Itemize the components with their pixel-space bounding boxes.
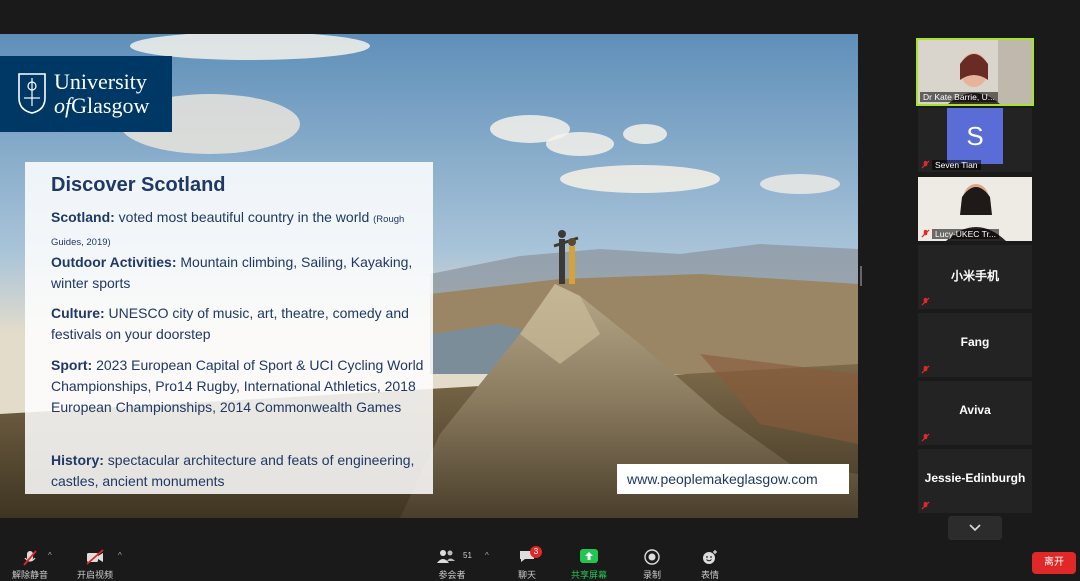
item-sport: Sport: 2023 European Capital of Sport & … xyxy=(51,357,424,415)
camera-off-icon xyxy=(86,549,104,565)
participants-label: 参会者 xyxy=(438,570,466,580)
caret-up-icon[interactable]: ^ xyxy=(485,551,489,560)
item-scotland: Scotland: voted most beautiful country i… xyxy=(51,209,405,248)
item-outdoor: Outdoor Activities: Mountain climbing, S… xyxy=(51,254,413,291)
unmute-label: 解除静音 xyxy=(11,570,49,580)
participant-tile-aviva[interactable]: Aviva xyxy=(918,381,1032,445)
chat-label: 聊天 xyxy=(517,570,537,580)
content-panel: Discover Scotland Scotland: voted most b… xyxy=(25,162,433,494)
share-screen-icon xyxy=(580,549,598,563)
participants-icon xyxy=(437,550,455,563)
avatar: S xyxy=(947,108,1003,164)
participant-tile-xiaomi[interactable]: 小米手机 xyxy=(918,245,1032,309)
share-screen-button[interactable]: 共享屏幕 xyxy=(566,544,612,581)
participant-tile-kate[interactable]: Dr Kate Barrie, U... xyxy=(916,38,1034,106)
participant-name: 小米手机 xyxy=(950,269,999,283)
share-screen-label: 共享屏幕 xyxy=(570,570,608,580)
record-button[interactable]: 录制 xyxy=(636,544,668,581)
chevron-down-icon xyxy=(969,524,981,532)
crest-icon xyxy=(18,73,46,114)
caret-up-icon[interactable]: ^ xyxy=(118,551,122,560)
slide-title: Discover Scotland xyxy=(51,174,226,196)
record-label: 录制 xyxy=(642,570,662,580)
mic-muted-icon xyxy=(921,160,930,169)
reactions-label: 表情 xyxy=(700,570,720,580)
item-culture: Culture: UNESCO city of music, art, thea… xyxy=(51,305,409,342)
leave-button[interactable]: 离开 xyxy=(1032,552,1076,574)
mic-muted-icon xyxy=(921,501,930,510)
start-video-label: 开启视频 xyxy=(76,570,114,580)
participant-name: Aviva xyxy=(959,403,991,417)
record-icon xyxy=(644,549,660,565)
participants-button[interactable]: 51 参会者 xyxy=(432,544,472,581)
website-box: www.peoplemakeglasgow.com xyxy=(617,464,849,494)
mic-muted-icon xyxy=(921,365,930,374)
logo-line-2: ofGlasgow xyxy=(54,93,150,118)
mic-off-icon xyxy=(23,550,37,566)
participants-count: 51 xyxy=(463,551,472,560)
logo-line-1: University xyxy=(54,69,147,94)
scroll-down-button[interactable] xyxy=(948,516,1002,540)
participant-tile-seven[interactable]: S Seven Tian xyxy=(918,108,1032,172)
university-of-glasgow-logo: University ofGlasgow xyxy=(0,56,172,132)
shared-screen: University ofGlasgow Discover Scotland S… xyxy=(0,34,858,518)
reactions-button[interactable]: 表情 xyxy=(694,544,726,581)
unmute-button[interactable]: 解除静音 xyxy=(8,544,52,581)
split-handle[interactable] xyxy=(860,266,862,286)
participant-tile-fang[interactable]: Fang xyxy=(918,313,1032,377)
smiley-plus-icon xyxy=(703,550,717,564)
website-url: www.peoplemakeglasgow.com xyxy=(627,471,818,487)
item-history: History: spectacular architecture and fe… xyxy=(51,452,415,489)
participant-name: Fang xyxy=(960,335,990,349)
mic-muted-icon xyxy=(921,229,930,238)
start-video-button[interactable]: 开启视频 xyxy=(72,544,118,581)
participant-tile-lucy[interactable]: Lucy-UKEC Tr... xyxy=(918,177,1032,241)
participant-tile-jessie[interactable]: Jessie-Edinburgh xyxy=(918,449,1032,513)
participant-name: Jessie-Edinburgh xyxy=(924,471,1026,485)
mic-muted-icon xyxy=(921,433,930,442)
participant-name: Dr Kate Barrie, U... xyxy=(920,92,998,102)
mic-muted-icon xyxy=(921,297,930,306)
chat-unread-badge: 3 xyxy=(530,546,542,558)
participant-name: Seven Tian xyxy=(932,160,981,170)
participant-name: Lucy-UKEC Tr... xyxy=(932,229,999,239)
top-bar xyxy=(0,0,1080,34)
caret-up-icon[interactable]: ^ xyxy=(48,551,52,560)
